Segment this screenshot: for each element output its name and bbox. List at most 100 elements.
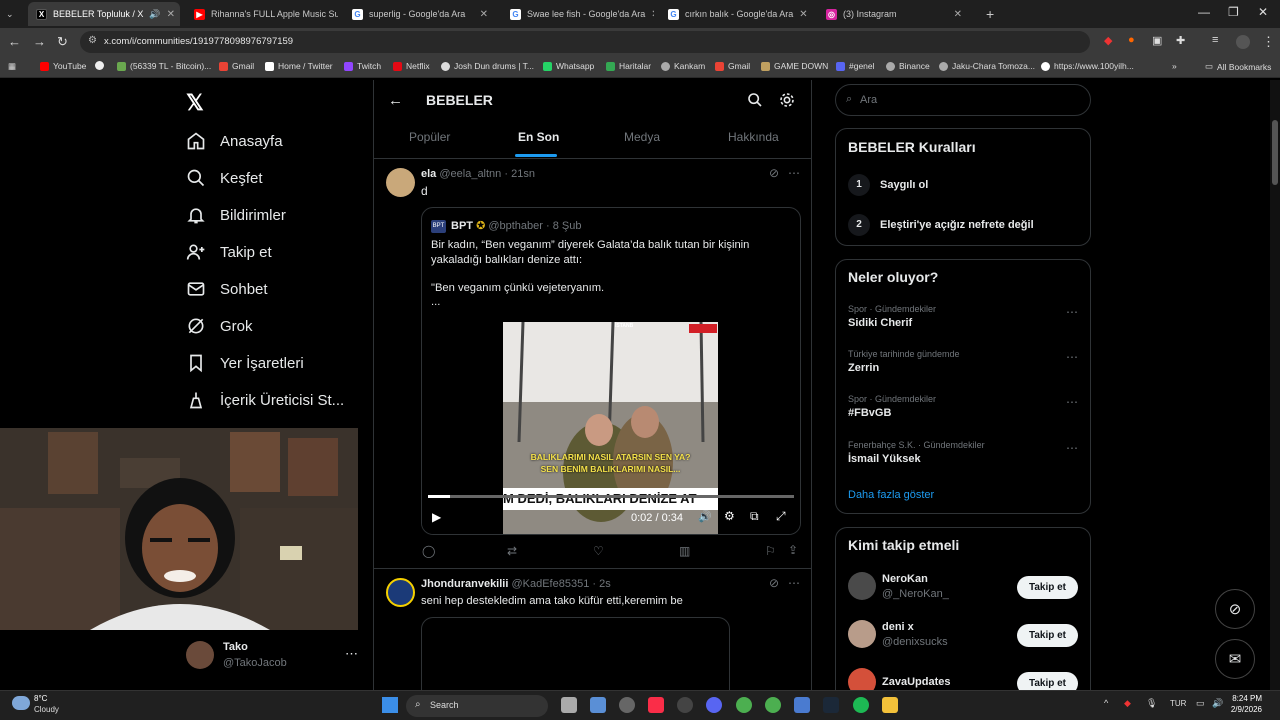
sidebar-item-notifications[interactable]: Bildirimler (186, 205, 286, 225)
task-view-icon[interactable] (561, 697, 577, 713)
reload-icon[interactable]: ↻ (57, 34, 68, 50)
taskbar-search[interactable]: ⌕ Search (406, 695, 548, 717)
video-player[interactable]: İSTANB BALIKLARIMI NASIL ATARSIN SEN YA?… (422, 322, 800, 534)
menu-icon[interactable]: ⋮ (1262, 34, 1275, 50)
bookmark-item[interactable]: Kankam (661, 61, 705, 71)
settings-app-icon[interactable] (590, 697, 606, 713)
x-logo-icon[interactable]: 𝕏 (186, 90, 204, 116)
more-icon[interactable]: ⋯ (1066, 350, 1078, 364)
sidebar-item-home[interactable]: Anasayfa (186, 131, 283, 151)
trend-item[interactable]: Türkiye tarihinde gündemde Zerrin (848, 349, 960, 374)
trend-item[interactable]: Spor · Gündemdekiler #FBvGB (848, 394, 936, 419)
scrollbar-thumb[interactable] (1272, 120, 1278, 185)
apps-icon[interactable]: ▦ (8, 61, 16, 72)
messages-floating-icon[interactable]: ✉ (1215, 639, 1255, 679)
bookmark-item[interactable]: Binance (886, 61, 930, 71)
file-explorer-icon[interactable] (882, 697, 898, 713)
browser-tab-1[interactable]: X BEBELER Topluluk / X 🔊 ✕ (28, 2, 180, 26)
sidebar-item-explore[interactable]: Keşfet (186, 168, 263, 188)
share-icon[interactable]: ⇪ (788, 543, 798, 557)
bookmark-item[interactable]: Gmail (219, 61, 254, 71)
bookmark-item[interactable]: Josh Dun drums | T... (441, 61, 534, 71)
close-tab-icon[interactable]: ✕ (651, 9, 654, 20)
more-icon[interactable]: ⋯ (788, 166, 800, 180)
network-icon[interactable]: ▭ (1196, 698, 1205, 709)
avatar[interactable] (186, 641, 214, 669)
bookmark-item[interactable]: Whatsapp (543, 61, 594, 71)
bookmark-item[interactable]: Twitch (344, 61, 381, 71)
clock-time[interactable]: 8:24 PM (1232, 694, 1262, 703)
bookmark-item[interactable]: YouTube (40, 61, 86, 71)
grok-icon[interactable]: ⊘ (769, 576, 779, 590)
close-tab-icon[interactable]: ✕ (954, 9, 962, 20)
fullscreen-icon[interactable]: ⤢ (776, 509, 786, 524)
bookmark-item[interactable]: Home / Twitter (265, 61, 333, 71)
steam-icon[interactable] (823, 697, 839, 713)
chrome-icon[interactable] (736, 697, 752, 713)
all-bookmarks[interactable]: ▭ All Bookmarks (1205, 61, 1271, 72)
chrome-icon[interactable] (765, 697, 781, 713)
avatar[interactable] (386, 168, 415, 197)
bookmark-item[interactable]: #genel (836, 61, 875, 71)
profile-avatar-icon[interactable] (1236, 35, 1250, 49)
sidebar-item-creator-studio[interactable]: İçerik Üreticisi St... (186, 390, 344, 410)
volume-icon[interactable]: 🔊 (1212, 698, 1223, 709)
tab-media[interactable]: Medya (624, 130, 660, 144)
bookmark-item[interactable]: Netflix (393, 61, 430, 71)
browser-tab-4[interactable]: G Swae lee fish - Google'da Ara ✕ (502, 2, 654, 26)
bookmark-item[interactable] (95, 61, 104, 70)
post-time[interactable]: · 2s (592, 578, 610, 590)
media-preview[interactable] (421, 617, 730, 697)
play-icon[interactable]: ▶ (432, 510, 441, 524)
sidebar-icon[interactable]: ≡ (1212, 34, 1218, 46)
extension-icon[interactable]: ◆ (1104, 34, 1112, 47)
trend-item[interactable]: Fenerbahçe S.K. · Gündemdekiler İsmail Yü… (848, 440, 985, 465)
volume-icon[interactable]: 🔊 (698, 510, 712, 523)
weather-icon[interactable] (12, 696, 30, 710)
follow-button[interactable]: Takip et (1016, 576, 1078, 599)
windows-start-icon[interactable] (382, 697, 398, 713)
sidebar-item-follow[interactable]: Takip et (186, 242, 272, 262)
close-tab-icon[interactable]: ✕ (480, 9, 488, 20)
browser-tab-2[interactable]: ▶ Rihanna's FULL Apple Music Su ✕ (186, 2, 338, 26)
grok-floating-icon[interactable]: ⊘ (1215, 589, 1255, 629)
bookmark-item[interactable]: Gmail (715, 61, 750, 71)
quote-card[interactable]: BPT BPT ✪ @bpthaber · 8 Şub Bir kadın, “… (421, 207, 801, 535)
tab-about[interactable]: Hakkında (728, 130, 779, 144)
more-icon[interactable]: ⋯ (1066, 305, 1078, 319)
bookmark-item[interactable]: https://www.100yilh... (1041, 61, 1134, 71)
author-name[interactable]: Jhonduranvekilii (421, 578, 508, 590)
author-handle[interactable]: @KadEfe85351 (511, 578, 589, 590)
bookmark-item[interactable]: GAME DOWN (761, 61, 828, 71)
chevron-up-icon[interactable]: ^ (1104, 698, 1108, 708)
bookmark-icon[interactable]: ⚐ (765, 544, 776, 558)
bookmark-item[interactable]: Jaku-Chara Tomoza... (939, 61, 1035, 71)
grok-icon[interactable]: ⊘ (769, 166, 779, 180)
repost-icon[interactable]: ⇄ (507, 544, 517, 558)
tab-list-button[interactable]: ⌄ (0, 2, 24, 26)
more-icon[interactable]: ⋯ (1066, 395, 1078, 409)
scrollbar[interactable] (1270, 80, 1280, 690)
more-icon[interactable]: ⋯ (1066, 441, 1078, 455)
back-icon[interactable]: ← (8, 34, 21, 49)
sidebar-item-messages[interactable]: Sohbet (186, 279, 268, 299)
more-bookmarks-icon[interactable]: » (1172, 61, 1177, 71)
puzzle-icon[interactable]: ✚ (1176, 34, 1185, 47)
restore-icon[interactable]: ❐ (1228, 5, 1239, 19)
bookmark-item[interactable]: (56339 TL - Bitcoin)... (117, 61, 211, 71)
browser-tab-5[interactable]: G cırkın balık - Google'da Ara ✕ (660, 2, 812, 26)
bookmark-item[interactable]: Haritalar (606, 61, 651, 71)
sidebar-item-bookmarks[interactable]: Yer İşaretleri (186, 353, 304, 373)
forward-icon[interactable]: → (33, 34, 46, 49)
author-name[interactable]: ela (421, 168, 436, 180)
gear-icon[interactable] (779, 92, 795, 108)
more-icon[interactable]: ⋯ (345, 646, 358, 662)
app-icon[interactable] (794, 697, 810, 713)
extension-icon[interactable]: ● (1128, 34, 1135, 46)
like-icon[interactable]: ♡ (593, 544, 604, 558)
post-time[interactable]: · 21sn (504, 168, 535, 180)
show-more-link[interactable]: Daha fazla göster (848, 489, 934, 501)
address-bar[interactable]: ⚙ x.com/i/communities/191977809897679715… (80, 31, 1090, 53)
trend-item[interactable]: Spor · Gündemdekiler Sidiki Cherif (848, 304, 936, 329)
app-icon[interactable] (619, 697, 635, 713)
